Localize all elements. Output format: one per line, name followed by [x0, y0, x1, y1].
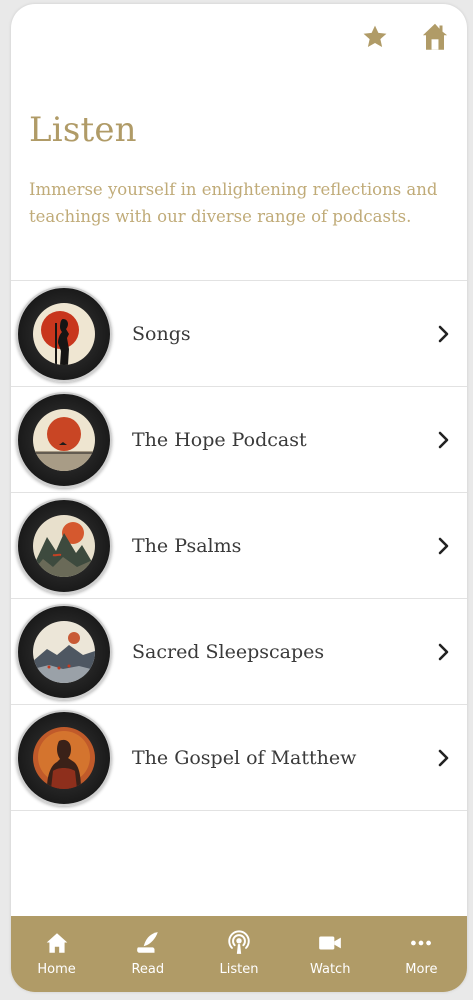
podcast-cover [16, 285, 112, 382]
portrait-orange-artwork [33, 726, 95, 789]
misty-landscape-artwork [33, 620, 95, 683]
more-dots-icon [411, 940, 432, 946]
tab-label: Home [37, 962, 76, 977]
mountains-sun-artwork [33, 514, 95, 577]
home-button[interactable] [421, 22, 449, 52]
list-item-label: Songs [132, 322, 191, 345]
video-camera-icon [319, 936, 342, 950]
list-item-label: The Hope Podcast [132, 428, 307, 451]
tab-more[interactable]: More [376, 916, 467, 992]
list-item-sacred-sleepscapes[interactable]: Sacred Sleepscapes [11, 599, 467, 705]
podcast-icon [228, 930, 250, 954]
podcast-cover [16, 709, 112, 806]
red-sun-sea-artwork [33, 408, 95, 471]
page-title: Listen [29, 110, 137, 150]
tab-home[interactable]: Home [11, 916, 102, 992]
list-item-label: Sacred Sleepscapes [132, 640, 325, 663]
chevron-right-icon [438, 431, 449, 448]
chevron-right-icon [438, 537, 449, 554]
app-screen: Listen Immerse yourself in enlightening … [11, 4, 467, 992]
bottom-tab-bar: Home Read Listen Watch More [11, 916, 467, 992]
home-icon [46, 933, 67, 953]
tab-label: Watch [309, 962, 351, 977]
podcast-cover [16, 497, 112, 594]
list-item-the-hope-podcast[interactable]: The Hope Podcast [11, 387, 467, 493]
favorite-button[interactable] [361, 22, 389, 52]
tab-listen[interactable]: Listen [193, 916, 284, 992]
podcast-cover [16, 391, 112, 488]
chevron-right-icon [438, 749, 449, 766]
tab-read[interactable]: Read [102, 916, 193, 992]
tab-label: Listen [219, 962, 259, 977]
page-description: Immerse yourself in enlightening reflect… [29, 180, 438, 226]
tab-watch[interactable]: Watch [285, 916, 376, 992]
list-item-the-psalms[interactable]: The Psalms [11, 493, 467, 599]
star-icon [363, 25, 387, 48]
singer-silhouette-artwork [33, 302, 95, 365]
house-icon [422, 23, 448, 50]
list-item-the-gospel-of-matthew[interactable]: The Gospel of Matthew [11, 705, 467, 811]
list-item-songs[interactable]: Songs [11, 281, 467, 387]
list-item-label: The Gospel of Matthew [132, 746, 357, 769]
chevron-right-icon [438, 643, 449, 660]
quill-icon [136, 932, 158, 953]
tab-label: More [405, 962, 438, 977]
podcast-cover [16, 603, 112, 700]
top-bar [361, 22, 449, 52]
tab-label: Read [131, 962, 165, 977]
chevron-right-icon [438, 325, 449, 342]
list-item-label: The Psalms [132, 534, 242, 557]
podcast-list: Songs The Hope Podcast The Psalms Sacred… [11, 280, 467, 811]
